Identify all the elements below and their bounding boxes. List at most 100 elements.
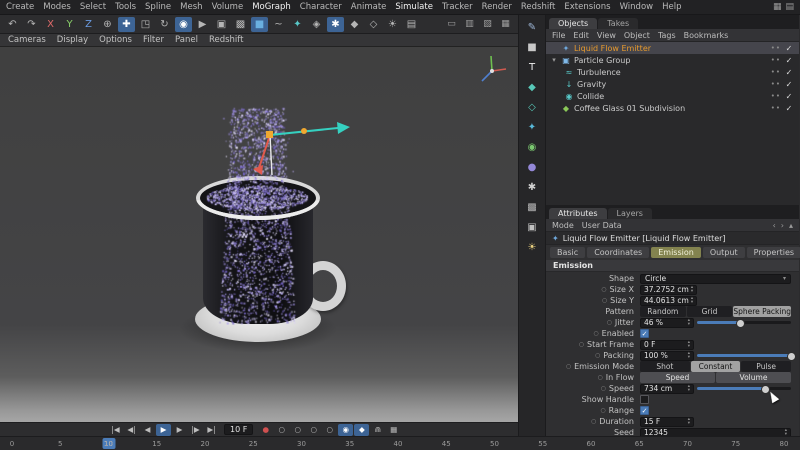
rotate-tool-icon[interactable]: ↻ [156, 17, 173, 32]
enabled-checkbox[interactable]: ✓ [640, 329, 649, 338]
render-settings-icon[interactable]: ▩ [232, 17, 249, 32]
camera-add-icon[interactable]: ▤ [403, 17, 420, 32]
visibility-dots-icon[interactable]: •• [771, 104, 781, 112]
in-flow-volume-button[interactable]: Volume [716, 372, 791, 383]
axis-orientation-gizmo[interactable] [476, 53, 510, 87]
record-scale-toggle[interactable]: ○ [290, 424, 305, 436]
visibility-dots-icon[interactable]: •• [771, 68, 781, 76]
emission-mode-pulse-button[interactable]: Pulse [741, 361, 792, 372]
tab-objects[interactable]: Objects [549, 18, 598, 29]
mograph-menu-icon[interactable]: ✦ [289, 17, 306, 32]
axis-z-toggle[interactable]: Z [80, 17, 97, 32]
enabled-check-icon[interactable]: ✓ [784, 68, 794, 77]
layout-single-view-icon[interactable]: ▭ [443, 17, 460, 32]
packing-slider[interactable] [697, 351, 796, 361]
menu-item-11[interactable]: Tracker [442, 2, 473, 12]
viewport-menu-item-2[interactable]: Options [99, 35, 132, 45]
coord-system-toggle[interactable]: ⊕ [99, 17, 116, 32]
simulation-scene-icon[interactable]: ✱ [523, 180, 541, 194]
enabled-check-icon[interactable]: ✓ [784, 44, 794, 53]
parent-object-icon[interactable]: ▴ [789, 221, 793, 230]
scale-tool-icon[interactable]: ◳ [137, 17, 154, 32]
record-parameter-toggle[interactable]: ○ [322, 424, 337, 436]
live-selection-icon[interactable]: ◉ [175, 16, 192, 32]
prev-frame-button[interactable]: ◀ [140, 424, 155, 436]
expand-arrow-icon[interactable]: ▾ [550, 56, 558, 64]
add-primitive-icon[interactable]: ■ [251, 16, 268, 32]
stepper-icon[interactable]: ▴ ▾ [688, 384, 690, 392]
environment-icon[interactable]: ☀ [384, 17, 401, 32]
field-object-icon[interactable]: ◉ [523, 140, 541, 154]
speed-field[interactable]: 734 cm ▴ ▾ [640, 383, 694, 394]
render-picture-viewer-icon[interactable]: ▣ [213, 17, 230, 32]
record-rotation-toggle[interactable]: ○ [306, 424, 321, 436]
start-frame-field[interactable]: 0 F ▴ ▾ [640, 339, 694, 350]
keyframe-dot-icon[interactable]: ○ [600, 407, 605, 414]
viewport-menu-item-4[interactable]: Panel [175, 35, 198, 45]
deformer-menu-icon[interactable]: ◇ [365, 17, 382, 32]
menu-item-8[interactable]: Character [300, 2, 342, 12]
fields-icon[interactable]: ◈ [308, 17, 325, 32]
stepper-icon[interactable]: ▴ ▾ [688, 417, 690, 425]
volume-menu-icon[interactable]: ◆ [346, 17, 363, 32]
viewport-menu-item-1[interactable]: Display [57, 35, 88, 45]
menu-item-1[interactable]: Modes [43, 2, 71, 12]
goto-start-button[interactable]: |◀ [108, 424, 123, 436]
stepper-icon[interactable]: ▴ ▾ [691, 296, 693, 304]
tree-item-gravity[interactable]: ↓ Gravity •• ✓ [546, 78, 799, 90]
tree-item-turbulence[interactable]: ≈ Turbulence •• ✓ [546, 66, 799, 78]
add-spline-icon[interactable]: ~ [270, 17, 287, 32]
menu-item-3[interactable]: Tools [115, 2, 136, 12]
tab-coordinates[interactable]: Coordinates [587, 247, 650, 258]
shape-dropdown[interactable]: Circle ▾ [640, 273, 791, 284]
pattern-grid-button[interactable]: Grid [686, 306, 733, 317]
stepper-icon[interactable]: ▴ ▾ [688, 351, 690, 359]
cube-primitive-icon[interactable]: ■ [523, 40, 541, 54]
redo-icon[interactable]: ↷ [23, 17, 40, 32]
stepper-icon[interactable]: ▴ ▾ [691, 285, 693, 293]
show-handle-checkbox[interactable] [640, 395, 649, 404]
tab-attributes[interactable]: Attributes [549, 208, 607, 219]
deformer-icon[interactable]: ▩ [523, 200, 541, 214]
tree-item-liquid-flow-emitter[interactable]: ✦ Liquid Flow Emitter •• ✓ [546, 42, 799, 54]
light-object-icon[interactable]: ☀ [523, 240, 541, 254]
goto-end-button[interactable]: ▶| [204, 424, 219, 436]
menu-item-0[interactable]: Create [6, 2, 34, 12]
next-frame-button[interactable]: ▶ [172, 424, 187, 436]
simulate-menu-icon[interactable]: ✱ [327, 16, 344, 32]
pattern-random-button[interactable]: Random [640, 306, 686, 317]
timeline-ruler[interactable]: 10 0 5 10 15 20 25 30 35 40 45 50 55 60 65 70 75 80 [0, 436, 800, 450]
mograph-cloner-icon[interactable]: ✦ [523, 120, 541, 134]
duration-field[interactable]: 15 F ▴ ▾ [640, 416, 694, 427]
menu-item-15[interactable]: Window [620, 2, 654, 12]
speed-slider[interactable] [697, 384, 791, 394]
interface-layout-icon[interactable]: ▦ [773, 2, 782, 12]
menu-mograph[interactable]: MoGraph [252, 2, 291, 12]
visibility-dots-icon[interactable]: •• [771, 56, 781, 64]
emission-mode-shot-button[interactable]: Shot [640, 361, 690, 372]
menu-mode[interactable]: Mode [552, 221, 574, 230]
emission-mode-constant-button[interactable]: Constant [690, 361, 741, 372]
tab-takes[interactable]: Takes [598, 18, 639, 29]
menu-item-9[interactable]: Animate [351, 2, 387, 12]
keyframe-dot-icon[interactable]: ○ [593, 330, 598, 337]
layout-two-views-icon[interactable]: ▥ [461, 17, 478, 32]
keyframe-dot-icon[interactable]: ○ [591, 418, 596, 425]
tab-emission[interactable]: Emission [651, 247, 701, 258]
viewport-3d[interactable] [0, 47, 518, 422]
om-menu-item-5[interactable]: Bookmarks [684, 31, 729, 40]
tab-basic[interactable]: Basic [550, 247, 586, 258]
snap-settings-icon[interactable]: ▦ [386, 424, 401, 436]
stepper-icon[interactable]: ▴ ▾ [688, 340, 690, 348]
tree-item-coffee-glass[interactable]: ◆ Coffee Glass 01 Subdivision •• ✓ [546, 102, 799, 114]
history-back-icon[interactable]: ‹ [773, 221, 776, 230]
stepper-icon[interactable]: ▴ ▾ [785, 428, 787, 436]
pen-tool-icon[interactable]: ✎ [523, 20, 541, 34]
keyframe-selection-button[interactable]: ◆ [354, 423, 370, 436]
menu-item-4[interactable]: Spline [145, 2, 171, 12]
viewport-menu-item-3[interactable]: Filter [143, 35, 164, 45]
next-key-button[interactable]: |▶ [188, 424, 203, 436]
prev-key-button[interactable]: ◀| [124, 424, 139, 436]
volume-builder-icon[interactable]: ● [523, 160, 541, 174]
om-menu-item-2[interactable]: View [597, 31, 616, 40]
